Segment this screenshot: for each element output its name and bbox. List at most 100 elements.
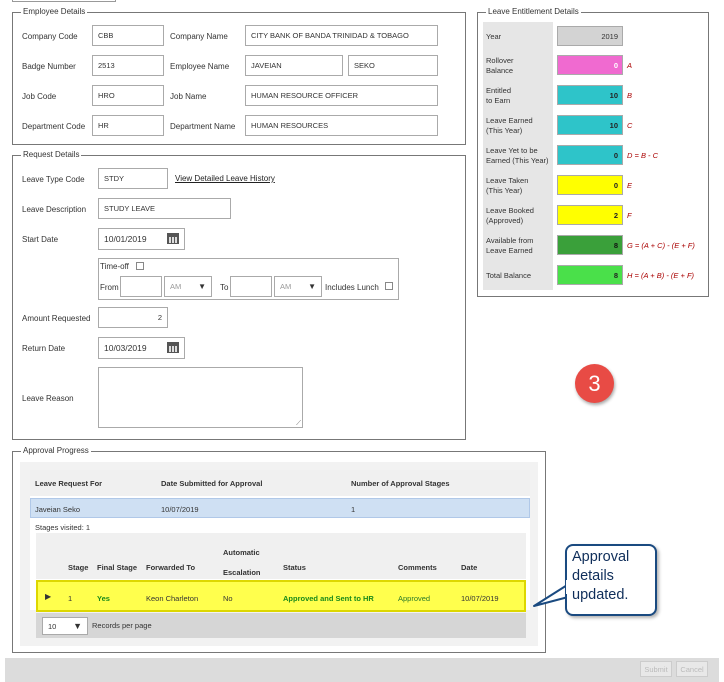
start-date-value: 10/01/2019	[104, 234, 147, 244]
job-code-label: Job Code	[22, 92, 57, 101]
to-ampm-select[interactable]: AM ▼	[274, 276, 322, 297]
chevron-down-icon: ▼	[198, 282, 206, 291]
entitlement-row-formula: D = B - C	[627, 151, 659, 160]
callout-text: Approval details updated.	[572, 549, 630, 603]
col-status: Status	[283, 563, 306, 572]
dept-name-field[interactable]: HUMAN RESOURCES	[245, 115, 438, 136]
entitlement-row-value: 8	[557, 265, 623, 285]
company-name-label: Company Name	[170, 32, 228, 41]
entitlement-row-value: 10	[557, 85, 623, 105]
entitlement-row-label: Leave Earned (This Year)	[486, 116, 533, 135]
status-cell: Approved and Sent to HR	[283, 594, 374, 603]
approval-summary-row[interactable]	[30, 498, 530, 518]
from-ampm-select[interactable]: AM ▼	[164, 276, 212, 297]
leave-description-field[interactable]: STUDY LEAVE	[98, 198, 231, 219]
entitlement-row-value: 2	[557, 205, 623, 225]
callout-pointer-cover	[566, 580, 572, 594]
dept-code-label: Department Code	[22, 122, 86, 131]
entitlement-row-value: 0	[557, 145, 623, 165]
entitlement-row-label: Total Balance	[486, 271, 532, 280]
to-time-field[interactable]	[230, 276, 272, 297]
to-ampm-value: AM	[280, 282, 292, 291]
return-date-field[interactable]: 10/03/2019	[98, 337, 185, 359]
records-per-page-select[interactable]: 10 ▼	[42, 617, 88, 635]
leave-reason-textarea[interactable]: ⟋	[98, 367, 303, 428]
entitlement-row-label: Available from Leave Earned	[486, 236, 534, 255]
amount-requested-field[interactable]: 2	[98, 307, 168, 328]
col-leave-request-for: Leave Request For	[35, 479, 103, 488]
job-code-field[interactable]: HRO	[92, 85, 164, 106]
amount-requested-label: Amount Requested	[22, 314, 91, 323]
leave-history-link[interactable]: View Detailed Leave History	[175, 174, 275, 183]
entitlement-row-value: 10	[557, 115, 623, 135]
request-details-legend: Request Details	[21, 150, 82, 159]
entitlement-row-formula: H = (A + B) - (E + F)	[627, 271, 695, 280]
entitlement-row-value: 2019	[557, 26, 623, 46]
dept-name-label: Department Name	[170, 122, 236, 131]
return-date-value: 10/03/2019	[104, 343, 147, 353]
to-label: To	[220, 283, 229, 292]
return-date-label: Return Date	[22, 344, 66, 353]
resize-handle-icon[interactable]: ⟋	[296, 420, 301, 427]
approval-callout: Approval details updated.	[565, 544, 657, 616]
employee-details-legend: Employee Details	[21, 7, 88, 16]
entitlement-row-formula: C	[627, 121, 633, 130]
entitlement-row-label: Entitled to Earn	[486, 86, 512, 105]
footer-bar	[5, 658, 719, 682]
entitlement-row-formula: B	[627, 91, 633, 100]
entitlement-row-label: Leave Taken (This Year)	[486, 176, 529, 195]
leave-entitlement-legend: Leave Entitlement Details	[486, 7, 581, 16]
start-date-label: Start Date	[22, 235, 59, 244]
job-name-field[interactable]: HUMAN RESOURCE OFFICER	[245, 85, 438, 106]
submit-button[interactable]: Submit	[640, 661, 672, 677]
from-ampm-value: AM	[170, 282, 182, 291]
cancel-button[interactable]: Cancel	[676, 661, 708, 677]
company-code-label: Company Code	[22, 32, 78, 41]
step-number-text: 3	[588, 370, 601, 396]
col-date: Date	[461, 563, 478, 572]
approval-progress-legend: Approval Progress	[21, 446, 91, 455]
entitlement-row-value: 0	[557, 55, 623, 75]
entitlement-row-formula: G = (A + C) - (E + F)	[627, 241, 695, 250]
first-name-field[interactable]: JAVEIAN	[245, 55, 343, 76]
stages-visited-label: Stages visited: 1	[35, 523, 91, 532]
dept-code-field[interactable]: HR	[92, 115, 164, 136]
job-name-label: Job Name	[170, 92, 207, 101]
badge-number-label: Badge Number	[22, 62, 76, 71]
entitlement-row-formula: F	[627, 211, 632, 220]
includes-lunch-checkbox[interactable]	[385, 282, 393, 290]
number-stages-cell: 1	[351, 505, 356, 514]
top-tab-edge	[12, 0, 116, 2]
entitlement-row-label: Year	[486, 32, 502, 41]
leave-description-label: Leave Description	[22, 205, 87, 214]
includes-lunch-label: Includes Lunch	[325, 283, 379, 292]
approval-summary-header	[30, 470, 530, 496]
leave-reason-label: Leave Reason	[22, 394, 74, 403]
from-label: From	[100, 283, 119, 292]
company-code-field[interactable]: CBB	[92, 25, 164, 46]
calendar-icon[interactable]	[167, 342, 179, 353]
final-stage-cell: Yes	[97, 594, 110, 603]
col-final-stage: Final Stage	[97, 563, 138, 572]
time-off-checkbox[interactable]	[136, 262, 144, 270]
from-time-field[interactable]	[120, 276, 162, 297]
date-cell: 10/07/2019	[461, 594, 499, 603]
company-name-field[interactable]: CITY BANK OF BANDA TRINIDAD & TOBAGO	[245, 25, 438, 46]
last-name-field[interactable]: SEKO	[348, 55, 438, 76]
badge-number-field[interactable]: 2513	[92, 55, 164, 76]
chevron-down-icon: ▼	[308, 282, 316, 291]
stage-cell: 1	[68, 594, 73, 603]
calendar-icon[interactable]	[167, 233, 179, 244]
chevron-down-icon: ▼	[73, 621, 82, 631]
records-per-page-value: 10	[48, 621, 57, 631]
col-date-submitted: Date Submitted for Approval	[161, 479, 263, 488]
forwarded-to-cell: Keon Charleton	[146, 594, 199, 603]
expand-row-icon[interactable]: ▶	[45, 592, 51, 601]
records-per-page-label: Records per page	[92, 621, 152, 630]
leave-type-field[interactable]: STDY	[98, 168, 168, 189]
leave-type-label: Leave Type Code	[22, 175, 85, 184]
entitlement-row-label: Rollover Balance	[486, 56, 514, 75]
entitlement-row-formula: E	[627, 181, 633, 190]
employee-name-label: Employee Name	[170, 62, 230, 71]
start-date-field[interactable]: 10/01/2019	[98, 228, 185, 250]
